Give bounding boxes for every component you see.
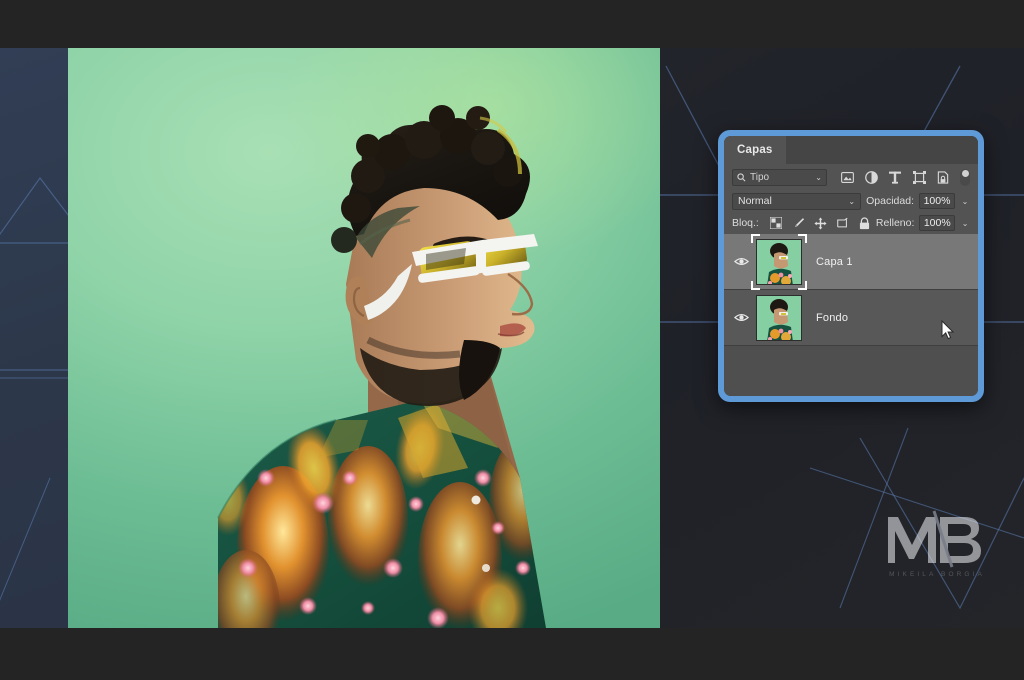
table-row[interactable]: Fondo — [724, 290, 978, 346]
layers-panel: Capas Tipo ⌄ Normal ⌄ Opacidad: 100% ⌄ B… — [718, 130, 984, 402]
fill-value: 100% — [923, 217, 951, 229]
left-backdrop-lineart — [0, 176, 68, 601]
blend-mode-row: Normal ⌄ Opacidad: 100% ⌄ — [724, 190, 978, 212]
shape-layer-filter-icon[interactable] — [912, 170, 926, 184]
blend-mode-value: Normal — [738, 195, 772, 207]
bottom-letterbox-bar — [0, 628, 1024, 680]
layer-name: Capa 1 — [816, 255, 853, 268]
lock-all-icon[interactable] — [858, 216, 871, 230]
adjustment-layer-filter-icon[interactable] — [864, 170, 878, 184]
layer-thumbnail-wrap — [756, 294, 802, 341]
layer-name: Fondo — [816, 311, 849, 324]
watermark-monogram — [888, 510, 981, 568]
type-layer-filter-icon[interactable] — [888, 170, 902, 184]
layer-selection-corners — [751, 233, 807, 290]
panel-tabstrip: Capas — [724, 136, 978, 164]
pixel-layer-filter-icon[interactable] — [840, 170, 854, 184]
screen: Capas Tipo ⌄ Normal ⌄ Opacidad: 100% ⌄ B… — [0, 0, 1024, 680]
lock-row: Bloq.: Relleno: 100% ⌄ — [724, 212, 978, 234]
table-row[interactable]: Capa 1 — [724, 233, 978, 290]
layer-visibility-eye-icon[interactable] — [728, 312, 754, 323]
fill-input[interactable]: 100% — [919, 215, 956, 231]
fill-label: Relleno: — [875, 217, 915, 229]
watermark: MIKEILA BORGIA — [878, 505, 996, 595]
top-letterbox-bar — [0, 0, 1024, 48]
lock-position-icon[interactable] — [814, 216, 827, 230]
filter-enable-toggle[interactable] — [960, 168, 970, 186]
tab-capas-label: Capas — [737, 144, 773, 156]
smart-object-filter-icon[interactable] — [936, 170, 950, 184]
blend-mode-select[interactable]: Normal ⌄ — [732, 192, 862, 210]
chevron-down-icon: ⌄ — [848, 196, 856, 206]
layer-thumbnail — [756, 294, 802, 341]
lock-transparent-pixels-icon[interactable] — [770, 217, 783, 230]
tabstrip-filler — [785, 136, 978, 164]
layer-filter-row: Tipo ⌄ — [724, 164, 978, 190]
filter-type-label: Tipo — [750, 171, 770, 183]
opacity-value: 100% — [923, 195, 951, 207]
layer-list: Capa 1 Fondo — [724, 233, 978, 396]
tab-capas[interactable]: Capas — [724, 136, 786, 164]
mouse-cursor — [941, 320, 955, 340]
opacity-chevron-down-icon[interactable]: ⌄ — [960, 197, 970, 206]
filter-type-select[interactable]: Tipo ⌄ — [732, 168, 827, 186]
prevent-nesting-icon[interactable] — [836, 217, 849, 230]
chevron-down-icon: ⌄ — [815, 172, 822, 182]
lock-icon-group — [770, 216, 871, 230]
lock-image-pixels-icon[interactable] — [792, 217, 805, 230]
layer-list-empty-area — [724, 346, 978, 396]
search-icon — [737, 172, 746, 181]
watermark-subtitle: MIKEILA BORGIA — [889, 571, 985, 578]
layer-thumbnail-wrap — [751, 233, 807, 290]
lock-label: Bloq.: — [732, 217, 759, 229]
opacity-input[interactable]: 100% — [919, 193, 955, 209]
fill-chevron-down-icon[interactable]: ⌄ — [960, 219, 970, 228]
portrait-illustration — [217, 105, 546, 628]
canvas-photo — [68, 48, 660, 628]
left-backdrop-panel — [0, 48, 68, 628]
opacity-label: Opacidad: — [866, 195, 914, 207]
filter-icon-group — [840, 170, 950, 184]
